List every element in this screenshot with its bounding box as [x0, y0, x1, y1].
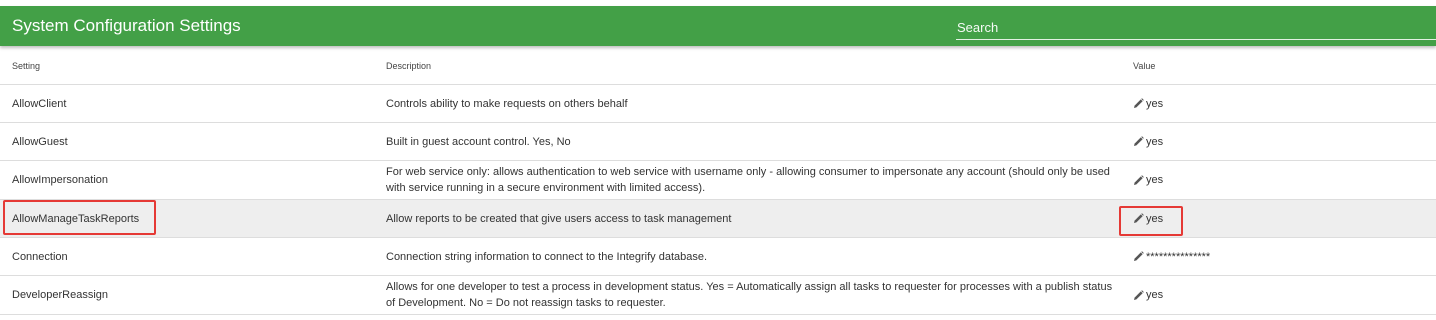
column-header-description[interactable]: Description: [386, 47, 1116, 84]
setting-name: DeveloperReassign: [12, 289, 108, 301]
value-text: ***************: [1146, 250, 1211, 263]
setting-name: AllowGuest: [12, 135, 68, 148]
value-text: yes: [1146, 174, 1164, 186]
table-row[interactable]: AllowManageTaskReports Allow reports to …: [0, 200, 1436, 238]
app-frame: System Configuration Settings Setting De…: [0, 0, 1436, 320]
table-header-row: Setting Description Value: [0, 47, 1436, 85]
setting-description: For web service only: allows authenticat…: [386, 166, 1110, 194]
table-row[interactable]: AllowGuest Built in guest account contro…: [0, 123, 1436, 161]
setting-description: Connection string information to connect…: [386, 250, 708, 263]
setting-description: Allows for one developer to test a proce…: [386, 281, 1113, 309]
setting-name: AllowImpersonation: [12, 174, 108, 186]
search-container: [956, 6, 1436, 46]
search-input[interactable]: [956, 16, 1436, 40]
value-text: yes: [1146, 97, 1164, 110]
page-title: System Configuration Settings: [12, 16, 241, 35]
setting-value[interactable]: yes: [1133, 276, 1433, 314]
setting-value[interactable]: ***************: [1133, 238, 1433, 275]
pencil-icon[interactable]: [1133, 251, 1144, 262]
setting-name: AllowClient: [12, 97, 67, 110]
annotation-box-value: [1119, 206, 1183, 236]
setting-value[interactable]: yes: [1133, 123, 1433, 160]
setting-value[interactable]: yes: [1133, 85, 1433, 122]
pencil-icon[interactable]: [1133, 136, 1144, 147]
header-bar: System Configuration Settings: [0, 6, 1436, 46]
pencil-icon[interactable]: [1133, 98, 1144, 109]
pencil-icon[interactable]: [1133, 289, 1144, 301]
pencil-icon[interactable]: [1133, 174, 1144, 186]
setting-description: Controls ability to make requests on oth…: [386, 97, 628, 110]
column-header-setting[interactable]: Setting: [12, 47, 372, 84]
setting-description: Allow reports to be created that give us…: [386, 212, 732, 225]
setting-value[interactable]: yes: [1133, 161, 1433, 199]
value-text: yes: [1146, 135, 1164, 148]
column-header-value[interactable]: Value: [1133, 47, 1433, 84]
setting-description: Built in guest account control. Yes, No: [386, 135, 571, 148]
annotation-box-setting: [3, 200, 156, 235]
value-text: yes: [1146, 289, 1164, 301]
table-row[interactable]: AllowImpersonation For web service only:…: [0, 161, 1436, 200]
table-row[interactable]: DeveloperReassign Allows for one develop…: [0, 276, 1436, 315]
setting-name: Connection: [12, 250, 68, 263]
settings-table: Setting Description Value AllowClient Co…: [0, 47, 1436, 315]
table-row[interactable]: AllowClient Controls ability to make req…: [0, 85, 1436, 123]
table-row[interactable]: Connection Connection string information…: [0, 238, 1436, 276]
